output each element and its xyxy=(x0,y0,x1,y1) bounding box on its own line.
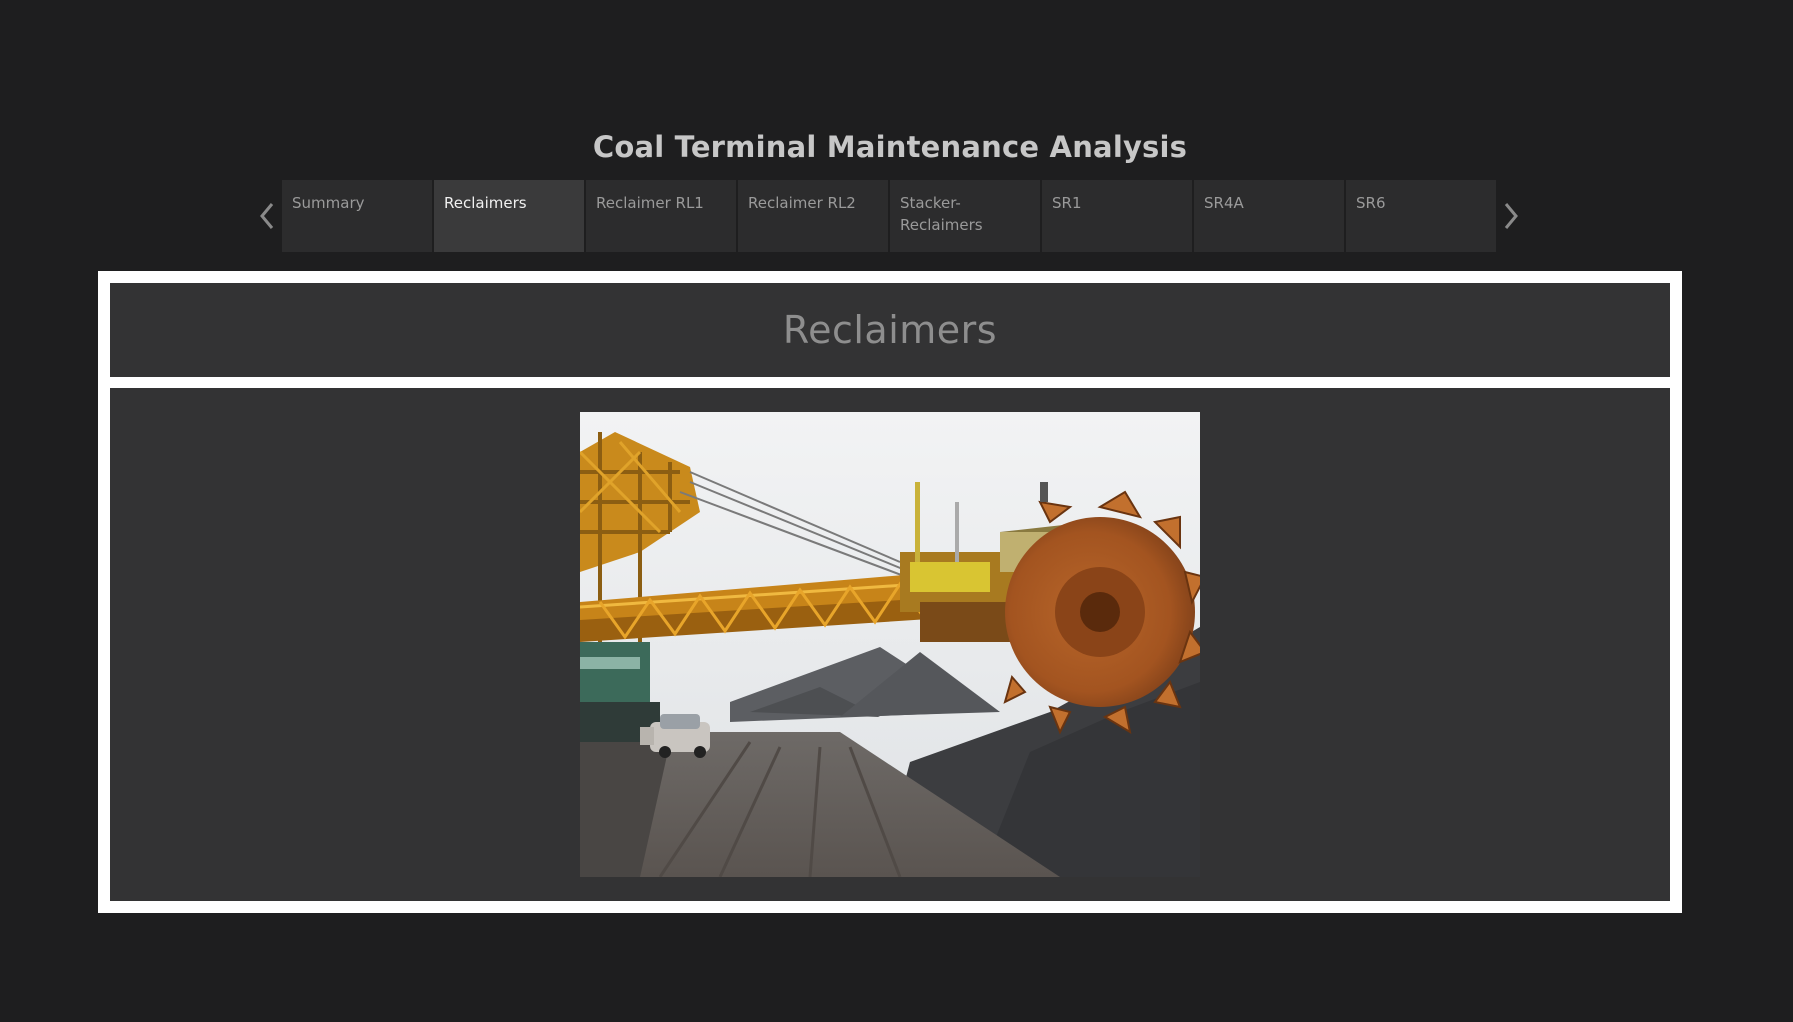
page-title: Coal Terminal Maintenance Analysis xyxy=(592,130,1188,164)
dashboard-heading: Reclaimers xyxy=(782,308,998,352)
tab-label: SR6 xyxy=(1356,194,1386,212)
tab-summary[interactable]: Summary xyxy=(282,180,432,252)
chevron-right-icon xyxy=(1504,203,1518,229)
tab-label: Reclaimer RL1 xyxy=(596,194,704,212)
tab-sr4a[interactable]: SR4A xyxy=(1194,180,1344,252)
tab-reclaimers[interactable]: Reclaimers xyxy=(434,180,584,252)
tab-label: Stacker- Reclaimers xyxy=(900,194,983,234)
sheet-tab-bar: Summary Reclaimers Reclaimer RL1 Reclaim… xyxy=(252,180,1526,252)
tab-sr6[interactable]: SR6 xyxy=(1346,180,1496,252)
dashboard-header: Reclaimers xyxy=(110,283,1670,377)
dashboard-page: Coal Terminal Maintenance Analysis Summa… xyxy=(0,0,1793,1022)
bucket-wheel-reclaimer-image xyxy=(580,412,1200,877)
prev-tabs-button[interactable] xyxy=(252,180,282,252)
tab-label: Reclaimers xyxy=(444,194,527,212)
content-panel xyxy=(110,388,1670,901)
tab-sr1[interactable]: SR1 xyxy=(1042,180,1192,252)
chevron-left-icon xyxy=(260,203,274,229)
tab-label: Reclaimer RL2 xyxy=(748,194,856,212)
tab-stacker-reclaimers[interactable]: Stacker- Reclaimers xyxy=(890,180,1040,252)
tab-label: Summary xyxy=(292,194,365,212)
reclaimer-photo xyxy=(580,412,1200,877)
tab-label: SR1 xyxy=(1052,194,1082,212)
tabs: Summary Reclaimers Reclaimer RL1 Reclaim… xyxy=(282,180,1496,252)
dashboard-frame: Reclaimers xyxy=(98,271,1682,913)
tab-label: SR4A xyxy=(1204,194,1244,212)
next-tabs-button[interactable] xyxy=(1496,180,1526,252)
tab-reclaimer-rl1[interactable]: Reclaimer RL1 xyxy=(586,180,736,252)
tab-reclaimer-rl2[interactable]: Reclaimer RL2 xyxy=(738,180,888,252)
